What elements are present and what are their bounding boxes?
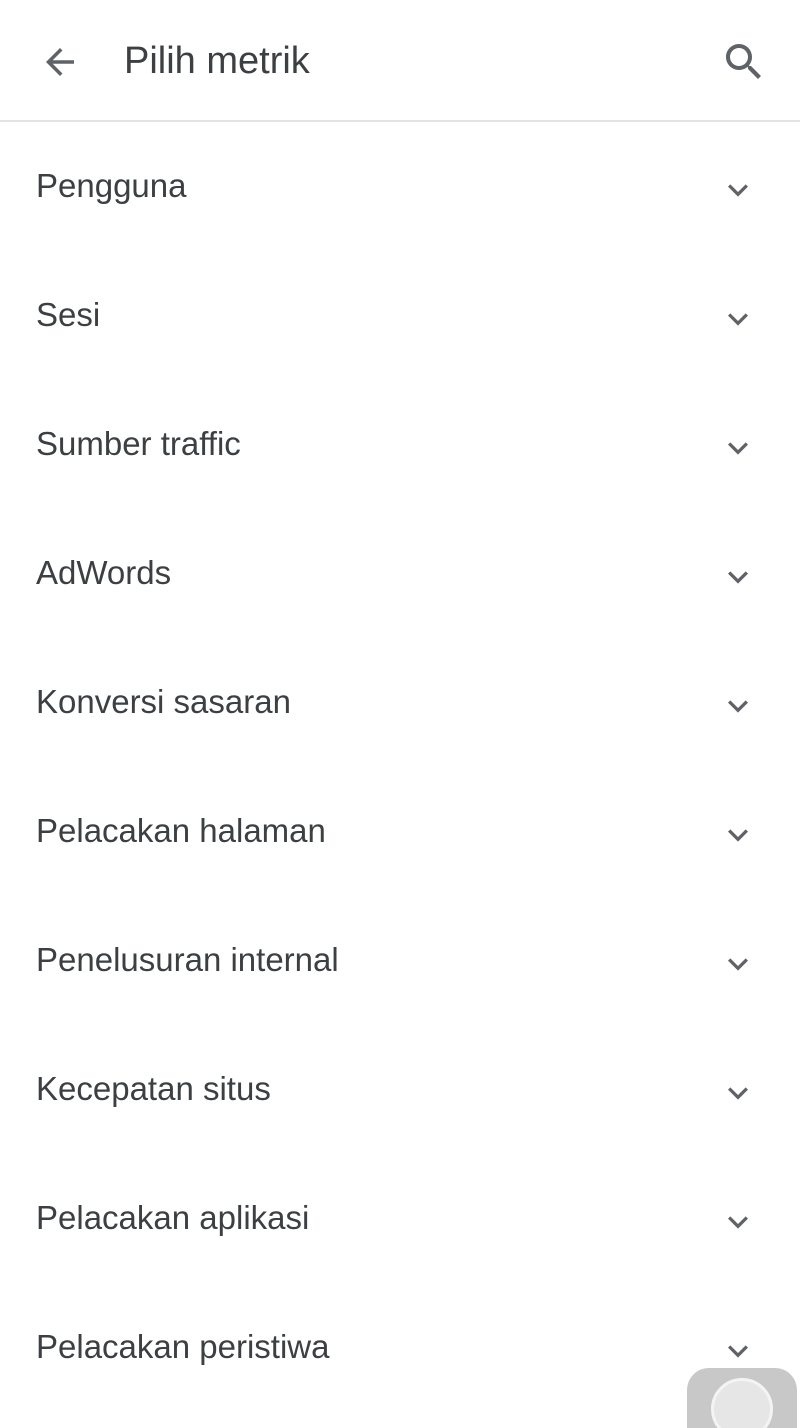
arrow-back-icon	[46, 48, 74, 76]
list-item-sesi[interactable]: Sesi	[0, 251, 800, 380]
list-item-label: AdWords	[36, 554, 172, 591]
list-item-label: Pelacakan peristiwa	[36, 1328, 330, 1365]
chevron-down-icon[interactable]	[718, 1331, 758, 1371]
list-item-pelacakan-peristiwa[interactable]: Pelacakan peristiwa	[0, 1283, 800, 1412]
fab-circle	[711, 1378, 773, 1428]
chevron-down-icon[interactable]	[718, 428, 758, 468]
search-button[interactable]	[714, 32, 774, 92]
app-bar: Pilih metrik	[0, 0, 800, 122]
list-item-label: Pengguna	[36, 167, 187, 204]
chevron-down-icon[interactable]	[718, 944, 758, 984]
chevron-down-icon[interactable]	[718, 299, 758, 339]
list-item-label: Sumber traffic	[36, 425, 241, 462]
list-item-sumber-traffic[interactable]: Sumber traffic	[0, 380, 800, 509]
list-item-pengguna[interactable]: Pengguna	[0, 122, 800, 251]
list-item-kecepatan-situs[interactable]: Kecepatan situs	[0, 1025, 800, 1154]
list-item-label: Kecepatan situs	[36, 1070, 271, 1107]
back-button[interactable]	[30, 32, 90, 92]
chevron-down-icon[interactable]	[718, 686, 758, 726]
list-item-label: Sesi	[36, 296, 101, 333]
list-item-label: Pelacakan halaman	[36, 812, 326, 849]
list-item-pelacakan-aplikasi[interactable]: Pelacakan aplikasi	[0, 1154, 800, 1283]
chevron-down-icon[interactable]	[718, 1073, 758, 1113]
metric-category-list: Pengguna Sesi Sumber traffic AdWords Kon…	[0, 122, 800, 1412]
list-item-label: Konversi sasaran	[36, 683, 291, 720]
list-item-label: Pelacakan aplikasi	[36, 1199, 310, 1236]
chevron-down-icon[interactable]	[718, 1202, 758, 1242]
list-item-konversi-sasaran[interactable]: Konversi sasaran	[0, 638, 800, 767]
chevron-down-icon[interactable]	[718, 557, 758, 597]
chevron-down-icon[interactable]	[718, 815, 758, 855]
list-item-adwords[interactable]: AdWords	[0, 509, 800, 638]
floating-action-button[interactable]	[687, 1368, 797, 1428]
list-item-penelusuran-internal[interactable]: Penelusuran internal	[0, 896, 800, 1025]
search-icon	[726, 44, 761, 79]
page-title: Pilih metrik	[124, 40, 310, 82]
chevron-down-icon[interactable]	[718, 170, 758, 210]
list-item-pelacakan-halaman[interactable]: Pelacakan halaman	[0, 767, 800, 896]
list-item-label: Penelusuran internal	[36, 941, 339, 978]
